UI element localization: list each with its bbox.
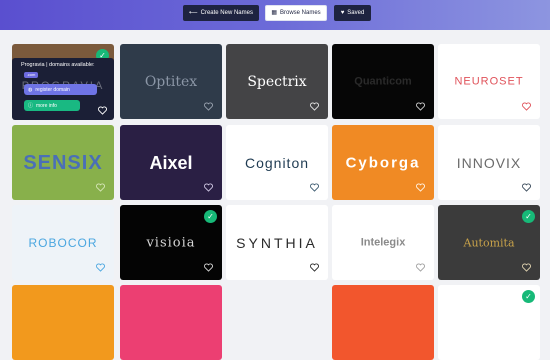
brand-name: Optitex <box>144 73 198 90</box>
favorite-heart-icon[interactable] <box>522 102 531 111</box>
name-card[interactable]: Intelegix <box>332 205 434 280</box>
popup-header: Progravia | domains available: <box>21 62 95 68</box>
favorite-heart-icon[interactable] <box>98 106 107 115</box>
name-card[interactable]: ROBOCOR <box>12 205 114 280</box>
name-card[interactable]: Cyborga <box>332 125 434 200</box>
check-icon: ✓ <box>522 210 535 223</box>
register-domain-button[interactable]: ◍ register domain <box>24 84 97 95</box>
domain-popup: PROGRAVIA Progravia | domains available:… <box>12 58 114 120</box>
brand-name: Intelegix <box>360 236 406 248</box>
name-card[interactable]: ✓ visioia <box>120 205 222 280</box>
browse-names-button[interactable]: ▦ Browse Names <box>265 5 327 21</box>
favorite-heart-icon[interactable] <box>310 183 319 192</box>
arrow-left-icon: ⟵ <box>189 10 198 16</box>
name-card[interactable] <box>120 285 222 360</box>
create-new-names-button[interactable]: ⟵ Create New Names <box>183 5 259 21</box>
brand-name: Spectrix <box>247 73 307 90</box>
brand-name: Automita <box>463 236 515 249</box>
name-card[interactable]: Optitex <box>120 44 222 119</box>
name-card[interactable]: NEUROSET <box>438 44 540 119</box>
brand-name: Aixel <box>149 152 193 173</box>
favorite-heart-icon[interactable] <box>522 263 531 272</box>
brand-name: Cogniton <box>244 154 310 171</box>
favorite-heart-icon[interactable] <box>310 102 319 111</box>
saved-label: Saved <box>347 10 365 16</box>
create-new-names-label: Create New Names <box>200 10 253 16</box>
name-card[interactable]: ✓ <box>438 285 540 360</box>
name-card[interactable]: SYNTHIA <box>226 205 328 280</box>
brand-name: ROBOCOR <box>28 235 98 250</box>
register-domain-label: register domain <box>35 86 70 93</box>
check-icon: ✓ <box>204 210 217 223</box>
saved-button[interactable]: ♥ Saved <box>334 5 371 21</box>
favorite-heart-icon[interactable] <box>416 183 425 192</box>
brand-name: SYNTHIA <box>236 234 318 251</box>
more-info-button[interactable]: ⓘ more info <box>24 100 80 111</box>
favorite-heart-icon[interactable] <box>522 183 531 192</box>
heart-icon: ♥ <box>340 10 345 16</box>
favorite-heart-icon[interactable] <box>416 263 425 272</box>
more-info-label: more info <box>36 102 57 109</box>
check-icon: ✓ <box>522 290 535 303</box>
brand-name: INNOVIX <box>456 154 522 171</box>
favorite-heart-icon[interactable] <box>310 263 319 272</box>
brand-name: SENSIX <box>23 151 103 174</box>
name-card[interactable]: Aixel <box>120 125 222 200</box>
tld-badge: .com <box>24 72 38 78</box>
name-card[interactable]: Spectrix <box>226 44 328 119</box>
name-card[interactable]: SENSIX <box>12 125 114 200</box>
grid-icon: ▦ <box>271 10 277 16</box>
brand-name: Cyborga <box>345 154 421 171</box>
name-card[interactable]: ✓ Automita <box>438 205 540 280</box>
favorite-heart-icon[interactable] <box>96 263 105 272</box>
favorite-heart-icon[interactable] <box>416 102 425 111</box>
info-icon: ⓘ <box>28 103 34 109</box>
name-card[interactable] <box>12 285 114 360</box>
favorite-heart-icon[interactable] <box>204 102 213 111</box>
browse-names-label: Browse Names <box>279 10 321 16</box>
brand-name: NEUROSET <box>454 75 524 87</box>
globe-icon: ◍ <box>28 86 33 93</box>
favorite-heart-icon[interactable] <box>96 183 105 192</box>
favorite-heart-icon[interactable] <box>204 183 213 192</box>
name-card[interactable] <box>332 285 434 360</box>
brand-name: Quanticom <box>354 75 412 87</box>
name-card[interactable]: INNOVIX <box>438 125 540 200</box>
favorite-heart-icon[interactable] <box>204 263 213 272</box>
brand-name: visioia <box>146 235 196 250</box>
name-card[interactable]: Quanticom <box>332 44 434 119</box>
name-card[interactable]: Cogniton <box>226 125 328 200</box>
